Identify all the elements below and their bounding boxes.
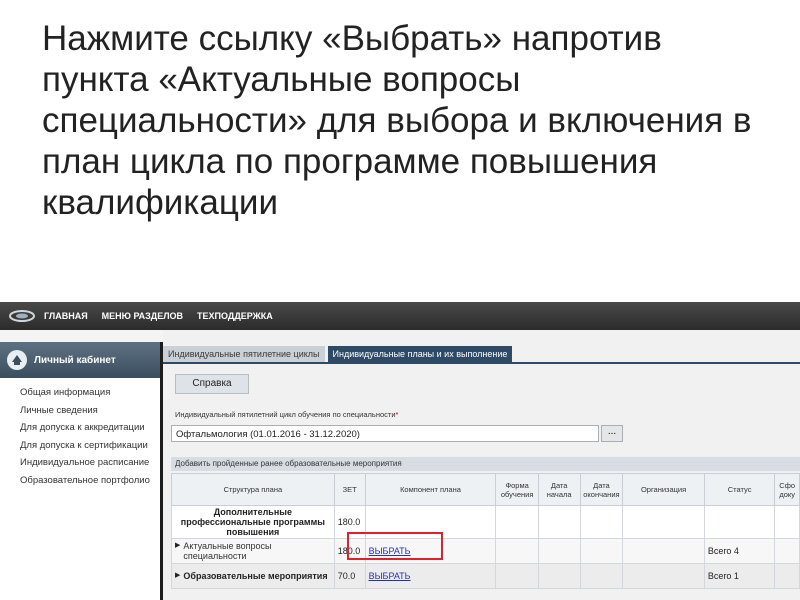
col-component: Компонент плана xyxy=(364,473,497,506)
row-start xyxy=(537,563,581,589)
cycle-label-text: Индивидуальный пятилетний цикл обучения … xyxy=(175,410,396,419)
row-name-cell: ▶ Актуальные вопросы специальности xyxy=(171,538,335,564)
row-org xyxy=(622,563,705,589)
col-form: Форма обучения xyxy=(495,473,539,506)
sidebar-item-accreditation[interactable]: Для допуска к аккредитации xyxy=(20,419,150,437)
sidebar-item-personal-info[interactable]: Личные сведения xyxy=(20,402,150,420)
nav-sections-menu[interactable]: МЕНЮ РАЗДЕЛОВ xyxy=(102,311,183,321)
cycle-select[interactable]: Офтальмология (01.01.2016 - 31.12.2020) xyxy=(171,425,599,442)
row-end xyxy=(579,505,624,539)
select-link-educational-events[interactable]: ВЫБРАТЬ xyxy=(369,571,411,581)
tab-five-year-cycles[interactable]: Индивидуальные пятилетние циклы xyxy=(163,346,325,362)
table-row[interactable]: ▶ Актуальные вопросы специальности 180.0 … xyxy=(171,538,800,564)
nav-support[interactable]: ТЕХПОДДЕРЖКА xyxy=(197,311,273,321)
row-docs xyxy=(774,538,800,564)
highlight-box xyxy=(347,532,443,560)
row-name: Образовательные мероприятия xyxy=(183,571,328,581)
slide-title: Нажмите ссылку «Выбрать» напротив пункта… xyxy=(42,19,752,222)
sidebar-item-certification[interactable]: Для допуска к сертификации xyxy=(20,437,150,455)
sidebar-header[interactable]: Личный кабинет xyxy=(0,342,160,378)
sidebar: Личный кабинет Общая информация Личные с… xyxy=(0,342,160,600)
row-start xyxy=(537,505,581,539)
sidebar-menu: Общая информация Личные сведения Для доп… xyxy=(20,384,150,489)
expand-arrow-icon[interactable]: ▶ xyxy=(175,541,180,561)
col-docs: Сфо доку xyxy=(774,473,800,506)
section-title: Добавить пройденные ранее образовательны… xyxy=(171,457,800,471)
row-name: Дополнительные профессиональные программ… xyxy=(171,505,335,539)
sidebar-item-general-info[interactable]: Общая информация xyxy=(20,384,150,402)
tab-bar: Индивидуальные пятилетние циклы Индивиду… xyxy=(163,346,515,362)
row-form xyxy=(495,505,539,539)
row-form xyxy=(495,563,539,589)
table-row[interactable]: ▶ Образовательные мероприятия 70.0 ВЫБРАТ… xyxy=(171,563,800,589)
table-header-row: Структура плана ЗЕТ Компонент плана Форм… xyxy=(171,473,800,506)
portal-logo-icon xyxy=(9,310,35,322)
sidebar-item-schedule[interactable]: Индивидуальное расписание xyxy=(20,454,150,472)
col-end-date: Дата окончания xyxy=(579,473,624,506)
main-content: Индивидуальные пятилетние циклы Индивиду… xyxy=(163,330,800,600)
row-status: Всего 1 xyxy=(703,563,776,589)
cycle-field-label: Индивидуальный пятилетний цикл обучения … xyxy=(175,410,398,419)
plan-table: Структура плана ЗЕТ Компонент плана Форм… xyxy=(171,473,800,589)
row-org xyxy=(622,505,705,539)
table-row: Дополнительные профессиональные программ… xyxy=(171,505,800,539)
row-docs xyxy=(774,505,800,539)
row-end xyxy=(579,538,624,564)
tab-underline xyxy=(163,362,800,364)
top-navbar: ГЛАВНАЯ МЕНЮ РАЗДЕЛОВ ТЕХПОДДЕРЖКА xyxy=(0,302,800,330)
required-mark: * xyxy=(395,410,399,419)
cycle-picker-button[interactable]: ... xyxy=(601,425,623,442)
col-organization: Организация xyxy=(622,473,705,506)
help-button[interactable]: Справка xyxy=(175,374,249,394)
row-status: Всего 4 xyxy=(703,538,776,564)
expand-arrow-icon[interactable]: ▶ xyxy=(175,571,180,581)
tab-individual-plans[interactable]: Индивидуальные планы и их выполнение xyxy=(327,346,513,362)
col-zet: ЗЕТ xyxy=(333,473,366,506)
sidebar-header-label: Личный кабинет xyxy=(34,354,116,366)
row-component: ВЫБРАТЬ xyxy=(364,563,497,589)
col-status: Статус xyxy=(703,473,776,506)
row-start xyxy=(537,538,581,564)
row-status xyxy=(703,505,776,539)
col-structure: Структура плана xyxy=(171,473,335,506)
sidebar-item-portfolio[interactable]: Образовательное портфолио xyxy=(20,472,150,490)
row-name: Актуальные вопросы специальности xyxy=(183,541,272,561)
row-org xyxy=(622,538,705,564)
row-end xyxy=(579,563,624,589)
col-start-date: Дата начала xyxy=(537,473,581,506)
cabinet-icon xyxy=(7,350,27,370)
nav-home[interactable]: ГЛАВНАЯ xyxy=(44,311,88,321)
row-name-cell: ▶ Образовательные мероприятия xyxy=(171,563,335,589)
row-zet: 70.0 xyxy=(333,563,366,589)
row-docs xyxy=(774,563,800,589)
row-form xyxy=(495,538,539,564)
